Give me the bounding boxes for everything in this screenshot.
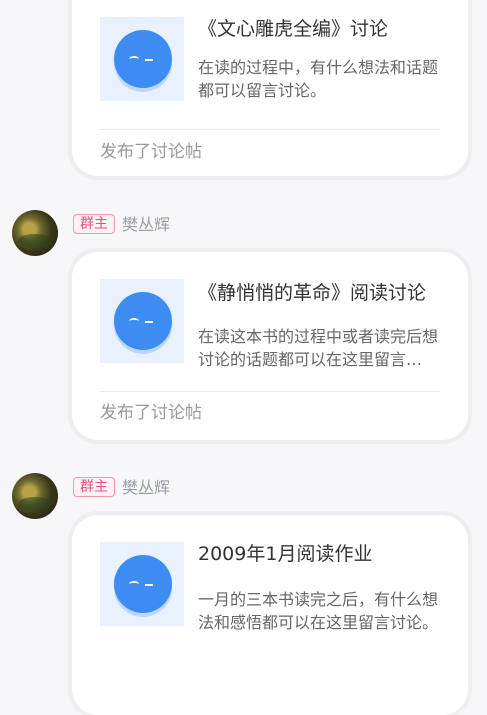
discussion-card[interactable]: 2009年1月阅读作业 一月的三本书读完之后，有什么想法和感悟都可以在这里留言讨…	[72, 515, 468, 715]
discussion-card[interactable]: 《文心雕虎全编》讨论 在读的过程中，有什么想法和话题都可以留言讨论。 发布了讨论…	[72, 0, 468, 176]
discussion-description: 一月的三本书读完之后，有什么想法和感悟都可以在这里留言讨论。	[198, 590, 438, 632]
mascot-eye	[145, 321, 153, 325]
card-divider	[100, 391, 440, 392]
discussion-title: 《静悄悄的革命》阅读讨论	[198, 282, 427, 304]
mascot-eye	[129, 318, 139, 324]
discussion-thumbnail	[100, 542, 184, 626]
mascot-eye	[145, 584, 153, 588]
discussion-thumbnail	[100, 17, 184, 101]
mascot-icon	[114, 30, 172, 88]
avatar[interactable]	[12, 210, 58, 256]
mascot-eye	[145, 59, 153, 63]
card-divider	[100, 129, 440, 130]
discussion-thumbnail	[100, 279, 184, 363]
discussion-description: 在读的过程中，有什么想法和话题都可以留言讨论。	[198, 58, 438, 100]
discussion-title: 《文心雕虎全编》讨论	[198, 18, 389, 40]
mascot-icon	[114, 292, 172, 350]
group-owner-badge: 群主	[73, 477, 115, 497]
group-owner-badge: 群主	[73, 214, 115, 234]
discussion-title: 2009年1月阅读作业	[198, 543, 373, 565]
mascot-eye	[129, 56, 139, 62]
author-name[interactable]: 樊丛辉	[122, 214, 170, 236]
post-type-label: 发布了讨论帖	[100, 403, 202, 423]
post-type-label: 发布了讨论帖	[100, 142, 202, 162]
mascot-icon	[114, 555, 172, 613]
author-name[interactable]: 樊丛辉	[122, 477, 170, 499]
discussion-description: 在读这本书的过程中或者读完后想讨论的话题都可以在这里留言讨论。	[198, 327, 438, 369]
discussion-card[interactable]: 《静悄悄的革命》阅读讨论 在读这本书的过程中或者读完后想讨论的话题都可以在这里留…	[72, 252, 468, 440]
mascot-eye	[129, 581, 139, 587]
avatar[interactable]	[12, 473, 58, 519]
